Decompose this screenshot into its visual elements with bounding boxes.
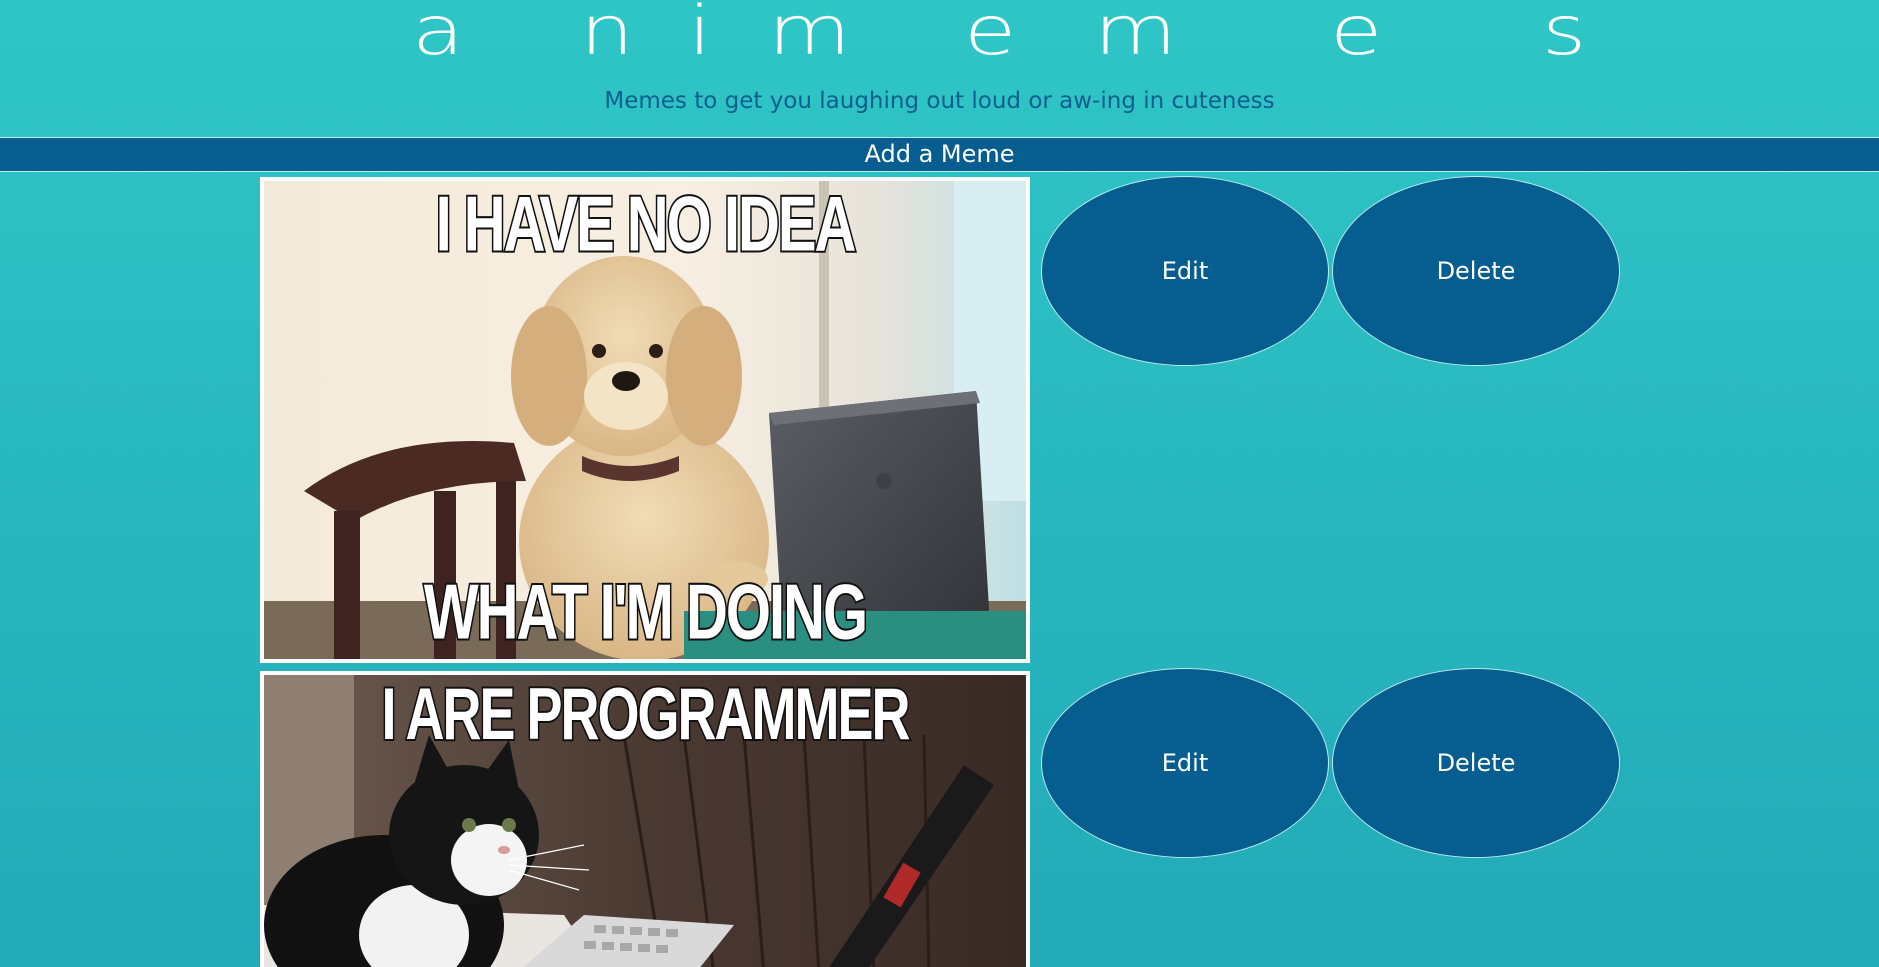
title-letter: m (1094, 0, 1177, 71)
meme-image: I ARE PROGRAMMER (260, 671, 1030, 967)
edit-button[interactable]: Edit (1041, 176, 1329, 366)
title-letter: e (964, 0, 1017, 71)
title-letter: m (768, 0, 851, 71)
title-letter: s (1542, 0, 1587, 71)
title-letter: e (1330, 0, 1383, 71)
site-header: a n i m e m e s Memes to get you laughin… (0, 0, 1879, 138)
meme-caption-top: I ARE PROGRAMMER (380, 674, 912, 757)
add-meme-button[interactable]: Add a Meme (0, 138, 1879, 172)
delete-button[interactable]: Delete (1332, 668, 1620, 858)
title-letter: i (688, 0, 712, 71)
meme-caption-top: I HAVE NO IDEA (434, 180, 858, 270)
meme-image: I HAVE NO IDEA WHAT I'M DOING (260, 177, 1030, 663)
title-letter: n (580, 0, 634, 71)
site-title: a n i m e m e s (0, 0, 1879, 72)
delete-button[interactable]: Delete (1332, 176, 1620, 366)
edit-button[interactable]: Edit (1041, 668, 1329, 858)
title-letter: a (412, 0, 465, 71)
meme-caption-bottom: WHAT I'M DOING (422, 566, 869, 658)
site-tagline: Memes to get you laughing out loud or aw… (604, 88, 1275, 114)
